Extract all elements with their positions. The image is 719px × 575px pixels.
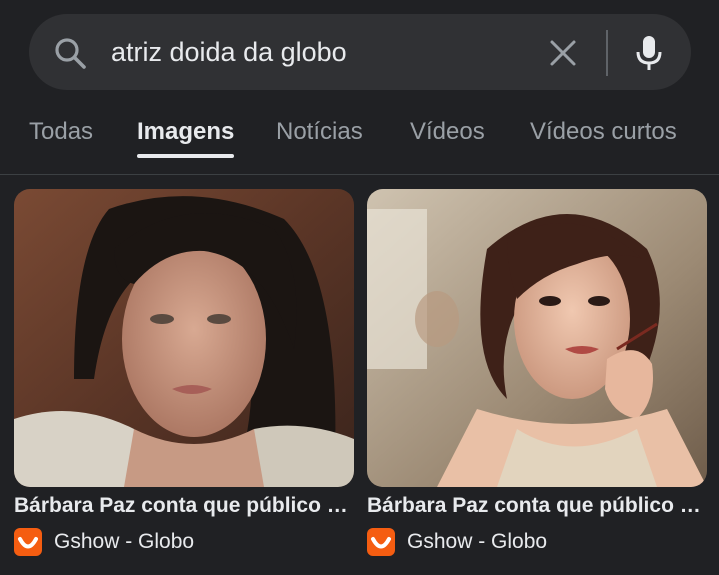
gshow-icon [14, 528, 42, 556]
search-bar[interactable] [29, 14, 691, 90]
tab-videos[interactable]: Vídeos [410, 118, 485, 146]
tab-todas[interactable]: Todas [29, 118, 93, 146]
result-image-picture [14, 189, 354, 487]
search-tabs: Todas Imagens Notícias Vídeos Vídeos cur… [0, 108, 719, 168]
image-result-card[interactable]: Bárbara Paz conta que público a... Gshow… [367, 189, 707, 561]
result-source[interactable]: Gshow - Globo [367, 527, 547, 557]
result-image[interactable] [367, 189, 707, 487]
result-source[interactable]: Gshow - Globo [14, 527, 194, 557]
result-title[interactable]: Bárbara Paz conta que público a... [367, 494, 707, 518]
active-tab-indicator [137, 154, 234, 158]
search-icon [55, 38, 86, 69]
page: Todas Imagens Notícias Vídeos Vídeos cur… [0, 0, 719, 575]
result-source-label: Gshow - Globo [407, 530, 548, 553]
image-result-card[interactable]: Bárbara Paz conta que público a... Gshow… [14, 189, 354, 561]
gshow-icon [367, 528, 395, 556]
close-icon[interactable] [548, 38, 578, 68]
result-image[interactable] [14, 189, 354, 487]
tab-noticias[interactable]: Notícias [276, 118, 363, 146]
result-source-label: Gshow - Globo [54, 530, 195, 553]
tabs-divider [0, 174, 719, 175]
tab-videos-curtos[interactable]: Vídeos curtos [530, 118, 677, 146]
search-input[interactable] [111, 32, 531, 72]
result-image-picture [367, 189, 707, 487]
microphone-icon[interactable] [634, 34, 664, 72]
search-divider [606, 30, 608, 76]
result-title[interactable]: Bárbara Paz conta que público a... [14, 494, 354, 518]
tab-imagens[interactable]: Imagens [137, 118, 234, 146]
